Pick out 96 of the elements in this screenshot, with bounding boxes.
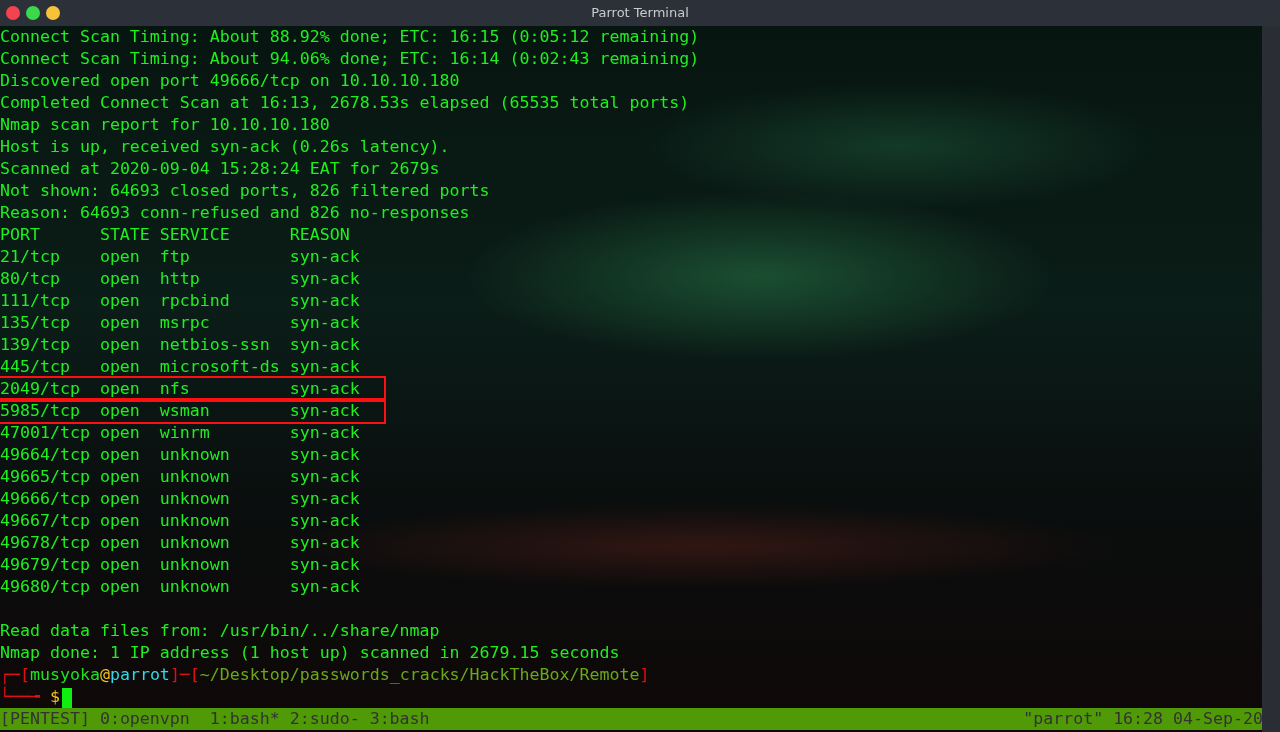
maximize-button[interactable] [26,6,40,20]
port-table-cell-text: 49664/tcp [0,444,91,466]
output-line: Reason: 64693 conn-refused and 826 no-responses [0,203,470,222]
port-table-cell-text: open [99,576,141,598]
output-line: Connect Scan Timing: About 88.92% done; ETC: 16:15 (0:05:12 remaining) [0,27,700,46]
port-table-cell-text: syn-ack [289,488,361,510]
port-table-cell-text: open [99,290,141,312]
port-table-cell-text: syn-ack [289,576,361,598]
column-header: STATE [99,224,151,246]
port-table-cell-text: winrm [159,422,211,444]
port-table-cell-text: 135/tcp [0,312,71,334]
output-line: Nmap scan report for 10.10.10.180 [0,115,330,134]
port-table-cell-text: syn-ack [289,378,361,400]
port-table-cell-text: syn-ack [289,268,361,290]
output-line: Nmap done: 1 IP address (1 host up) scanned in 2679.15 seconds [0,643,620,662]
port-table-cell-text: syn-ack [289,444,361,466]
port-table-cell-text: open [99,378,141,400]
close-button[interactable] [6,6,20,20]
port-table-cell-text: 5985/tcp [0,400,81,422]
port-table-cell-text: nfs [159,378,191,400]
output-line: Read data files from: /usr/bin/../share/nmap [0,621,440,640]
port-table-cell-text: syn-ack [289,356,361,378]
port-table-cell-text: syn-ack [289,400,361,422]
port-table-cell-text: netbios-ssn [159,334,271,356]
prompt-host: parrot [109,665,170,684]
scrollbar[interactable] [1262,26,1280,732]
column-header: PORT [0,224,41,246]
port-table-cell-text: syn-ack [289,554,361,576]
port-table-cell-text: 49678/tcp [0,532,91,554]
port-table-cell-text: open [99,246,141,268]
column-header: REASON [289,224,351,246]
port-table-cell-text: 49665/tcp [0,466,91,488]
port-table-cell-text: open [99,466,141,488]
prompt-frame: ] [639,665,650,684]
port-table-cell-text: syn-ack [289,532,361,554]
port-table-cell-text: unknown [159,444,231,466]
port-table-cell-text: open [99,532,141,554]
prompt-symbol: $ [48,687,60,706]
port-table-cell-text: 49667/tcp [0,510,91,532]
port-table-cell-text: open [99,312,141,334]
port-table-cell-text: unknown [159,466,231,488]
port-table-cell-text: open [99,554,141,576]
output-line: Connect Scan Timing: About 94.06% done; ETC: 16:14 (0:02:43 remaining) [0,49,700,68]
port-table-cell-text: syn-ack [289,466,361,488]
output-line: Host is up, received syn-ack (0.26s latency). [0,137,450,156]
port-table-cell-text: syn-ack [289,510,361,532]
output-line: Discovered open port 49666/tcp on 10.10.10.180 [0,71,460,90]
port-table-cell-text: open [99,510,141,532]
port-table-cell-text: unknown [159,510,231,532]
port-table-cell-text: syn-ack [289,422,361,444]
port-table-cell-text: msrpc [159,312,211,334]
tmux-status-info: "parrot" 16:28 04-Sep-20 [1023,708,1263,730]
tmux-window-list: [PENTEST] 0:openvpn 1:bash* 2:sudo- 3:bash [0,708,430,730]
port-table-cell-text: syn-ack [289,290,361,312]
port-table-cell-text: unknown [159,576,231,598]
port-table-cell-text: unknown [159,554,231,576]
port-table-cell-text: open [99,356,141,378]
port-table-cell-text: http [159,268,201,290]
minimize-button[interactable] [46,6,60,20]
port-table-cell-text: 47001/tcp [0,422,91,444]
output-line: Not shown: 64693 closed ports, 826 filtered ports [0,181,490,200]
output-line: Completed Connect Scan at 16:13, 2678.53s elapsed (65535 total ports) [0,93,690,112]
port-table-cell-text: open [99,334,141,356]
prompt-path: ~/Desktop/passwords_cracks/HackTheBox/Remote [199,665,640,684]
port-table-cell-text: open [99,268,141,290]
prompt-at: @ [99,665,110,684]
port-table-cell-text: open [99,488,141,510]
port-table-cell-text: 445/tcp [0,356,71,378]
port-table-cell-text: syn-ack [289,246,361,268]
port-table-cell-text: 2049/tcp [0,378,81,400]
port-table-cell-text: open [99,400,141,422]
port-table-cell-text: 21/tcp [0,246,61,268]
port-table-cell-text: 111/tcp [0,290,71,312]
port-table-cell-text: wsman [159,400,211,422]
port-table-cell-text: 139/tcp [0,334,71,356]
port-table-cell-text: ftp [159,246,191,268]
port-table-cell-text: unknown [159,532,231,554]
prompt-frame: ┌─[ [0,665,30,684]
port-table-cell-text: 49666/tcp [0,488,91,510]
port-table-cell-text: open [99,444,141,466]
prompt-frame: ]─[ [169,665,200,684]
port-table-cell-text: rpcbind [159,290,231,312]
port-table-cell-text: 49680/tcp [0,576,91,598]
port-table-cell-text: syn-ack [289,334,361,356]
port-table-cell-text: open [99,422,141,444]
port-table-cell-text: 49679/tcp [0,554,91,576]
port-table-cell-text: microsoft-ds [159,356,281,378]
window-title: Parrot Terminal [591,5,689,20]
prompt-corner: └──╼ [0,687,40,706]
output-line: Scanned at 2020-09-04 15:28:24 EAT for 2679s [0,159,440,178]
port-table-cell-text: syn-ack [289,312,361,334]
cursor [61,687,72,708]
prompt-user: musyoka [30,665,100,684]
port-table-cell-text: 80/tcp [0,268,61,290]
column-header: SERVICE [159,224,231,246]
port-table-cell-text: unknown [159,488,231,510]
